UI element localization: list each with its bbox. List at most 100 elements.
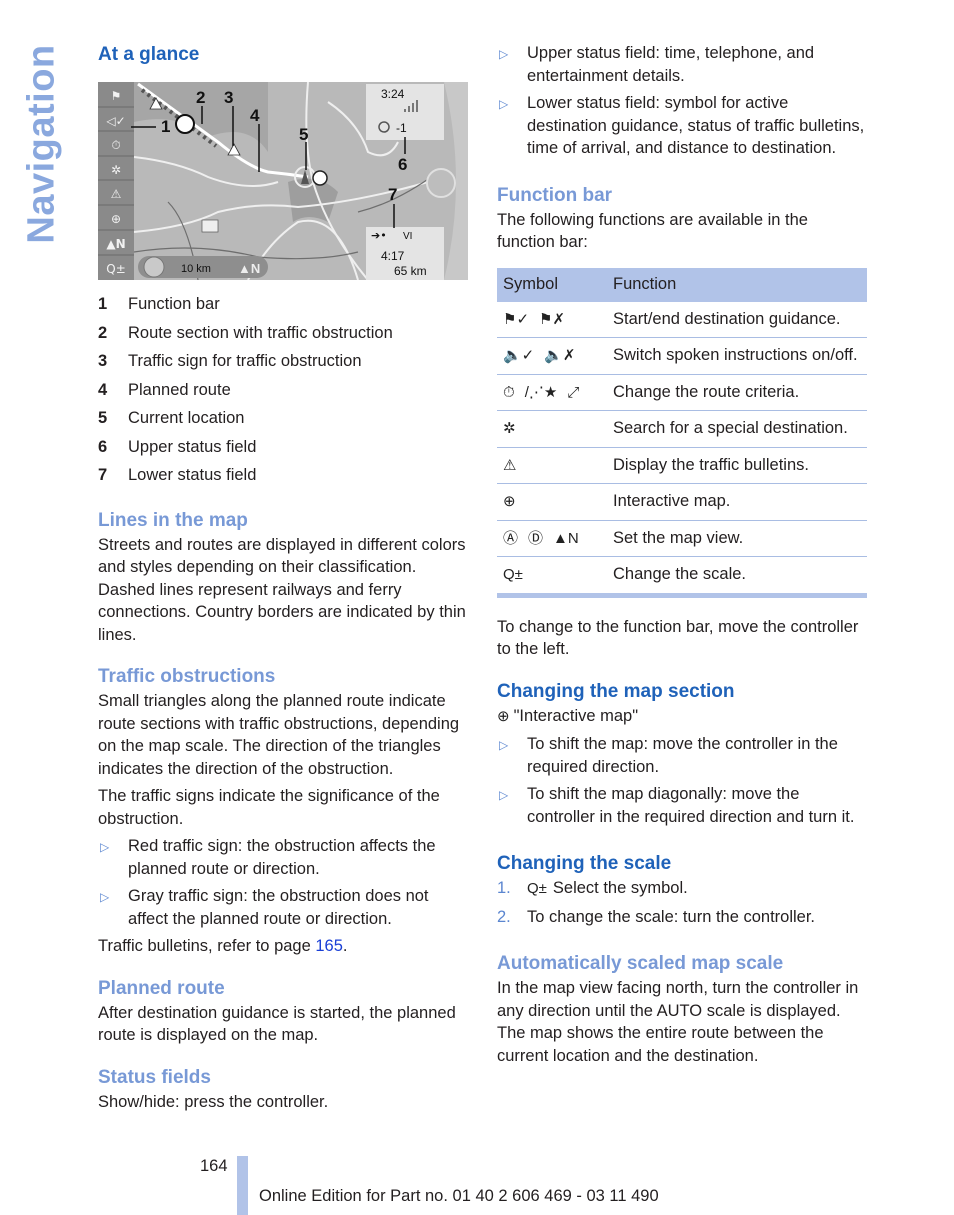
legend-item: 2 Route section with traffic obstruction [98,319,468,348]
callout-2: 2 [196,88,205,107]
guidance-start-icon: ⚑✓ [503,310,530,328]
poi-icon [312,170,328,186]
zoom-scale-icon[interactable]: Q± [106,262,126,276]
table-row: Q± Change the scale. [497,556,867,598]
legend-number: 3 [98,352,108,370]
guidance-icon[interactable]: ⚑ [111,89,122,103]
heading-lines-in-map: Lines in the map [98,509,248,531]
legend-item: 1 Function bar [98,290,468,319]
bullet-item: ▷ Upper status field: time, telephone, an… [499,44,815,85]
symbol-cell: ⊕ [497,483,607,521]
bullet-triangle-icon: ▷ [100,890,110,904]
heading-auto-scale: Automatically scaled map scale [497,953,784,974]
table-header-row: Symbol Function [497,267,867,302]
traffic-sign-bullets: ▷ Red traffic sign: the obstruction affec… [98,835,468,930]
legend-label: Lower status field [128,466,257,484]
function-cell: Display the traffic bulletins. [607,447,867,484]
step-item: 2. To change the scale: turn the controll… [497,907,816,926]
function-cell: Change the scale. [607,556,867,598]
page-link-165[interactable]: 165 [315,937,343,955]
status-time: 3:24 [381,87,405,101]
left-column: At a glance ⚑ ◁✓ ⏱ ✲ ⚠ ⊕ ▲N Q± 10 km ▲N … [98,42,468,1113]
distance: 65 km [394,264,427,278]
legend-number: 5 [98,409,108,427]
interactive-map-icon[interactable]: ⊕ [111,212,121,226]
legend-item: 3 Traffic sign for traffic obstruction [98,347,468,376]
step-item: 1. Q± Select the symbol. [497,877,867,901]
table-row: ⊕ Interactive map. [497,483,867,521]
heading-planned-route: Planned route [98,977,225,999]
speaker-icon[interactable]: ◁✓ [105,114,125,128]
north-up-icon[interactable]: ▲N [106,237,125,251]
legend-label: Upper status field [128,437,257,456]
column-header-symbol: Symbol [497,267,607,302]
table-row: ⚑✓ ⚑✗ Start/end destination guidance. [497,301,867,338]
section-tab-label: Navigation [20,44,63,244]
symbol-cell: ⚑✓ ⚑✗ [497,301,607,338]
function-bar-instruction: To change to the function bar, move the … [497,617,859,659]
legend-item: 4 Planned route [98,376,468,405]
stopwatch-icon[interactable]: ⏱ [111,138,120,152]
symbol-cell: Q± [497,556,607,598]
auto-scale-text: In the map view facing north, turn the c… [497,979,859,1065]
map-section-bullets: ▷ To shift the map: move the controller i… [497,733,867,828]
interactive-map-icon: ⊕ [497,707,510,725]
table-row: Ⓐ Ⓓ ▲N Set the map view. [497,520,867,557]
traffic-text-2: The traffic signs indicate the significa… [98,787,440,828]
bullet-triangle-icon: ▷ [499,47,509,61]
bullet-triangle-icon: ▷ [499,788,509,802]
bullet-item: ▷ To shift the map diagonally: move the c… [499,785,855,826]
speaker-on-icon: 🔈✓ [503,347,535,364]
right-column: ▷ Upper status field: time, telephone, an… [497,42,867,1067]
scale-label: 10 km [181,263,211,275]
bullet-item: ▷ Lower status field: symbol for active d… [499,94,865,157]
planned-route-text: After destination guidance is started, t… [98,1003,456,1045]
map-svg: ⚑ ◁✓ ⏱ ✲ ⚠ ⊕ ▲N Q± 10 km ▲N 3:24 -1 ➔• V… [98,82,468,280]
interactive-map-icon: ⊕ [503,493,516,510]
function-cell: Start/end destination guidance. [607,301,867,338]
legend-number: 1 [98,295,108,313]
table-row: ✲ Search for a special destination. [497,410,867,448]
callout-3: 3 [224,88,233,107]
callout-6: 6 [398,155,407,174]
bullet-item: ▷ Red traffic sign: the obstruction affec… [100,837,436,878]
status-route: VI [403,231,412,242]
lines-text: Streets and routes are displayed in diff… [98,535,466,644]
legend-label: Traffic sign for traffic obstruction [128,352,362,370]
table-row: 🔈✓ 🔈✗ Switch spoken instructions on/off. [497,337,867,375]
bullet-triangle-icon: ▷ [499,97,509,111]
destination-arrow-icon: ➔• [371,229,387,242]
bullet-triangle-icon: ▷ [100,840,110,854]
short-route-icon: ⤢ [567,383,580,401]
symbol-cell: 🔈✓ 🔈✗ [497,337,607,375]
legend-item: 7 Lower status field [98,461,468,490]
callout-4: 4 [250,106,260,125]
legend-number: 4 [98,380,108,399]
fast-route-icon: ⏱ [503,383,515,401]
page-number: 164 [200,1157,228,1175]
route-marker [175,114,195,134]
legend-item: 5 Current location [98,404,468,433]
traffic-bulletins-reference: Traffic bulletins, refer to page 165. [98,937,348,955]
special-destination-icon[interactable]: ✲ [111,163,121,177]
guidance-active-icon [143,256,165,278]
function-bar-intro: The following functions are available in… [497,210,808,252]
symbol-cell: Ⓐ Ⓓ ▲N [497,520,607,557]
traffic-text-1: Small triangles along the planned route … [98,692,460,778]
symbol-cell: ⚠ [497,447,607,484]
guidance-end-icon: ⚑✗ [539,310,566,328]
status-fields-text: Show/hide: press the controller. [98,1092,329,1111]
scale-steps: 1. Q± Select the symbol. 2. To change the s… [497,877,867,928]
bullet-item: ▷ Gray traffic sign: the obstruction does… [100,887,429,928]
menu-button-icon [426,168,456,198]
legend-number: 7 [98,466,108,484]
traffic-warning-icon: ⚠ [503,456,517,474]
heading-function-bar: Function bar [497,184,613,206]
section-tab: Navigation [20,44,63,244]
function-bar-table: Symbol Function ⚑✓ ⚑✗ Start/end destinatio… [497,267,867,598]
special-destination-icon: ✲ [503,420,516,437]
traffic-warning-icon[interactable]: ⚠ [111,187,122,201]
function-cell: Set the map view. [607,520,867,557]
callout-5: 5 [299,125,308,144]
direction-of-travel-icon: Ⓐ [503,529,519,547]
